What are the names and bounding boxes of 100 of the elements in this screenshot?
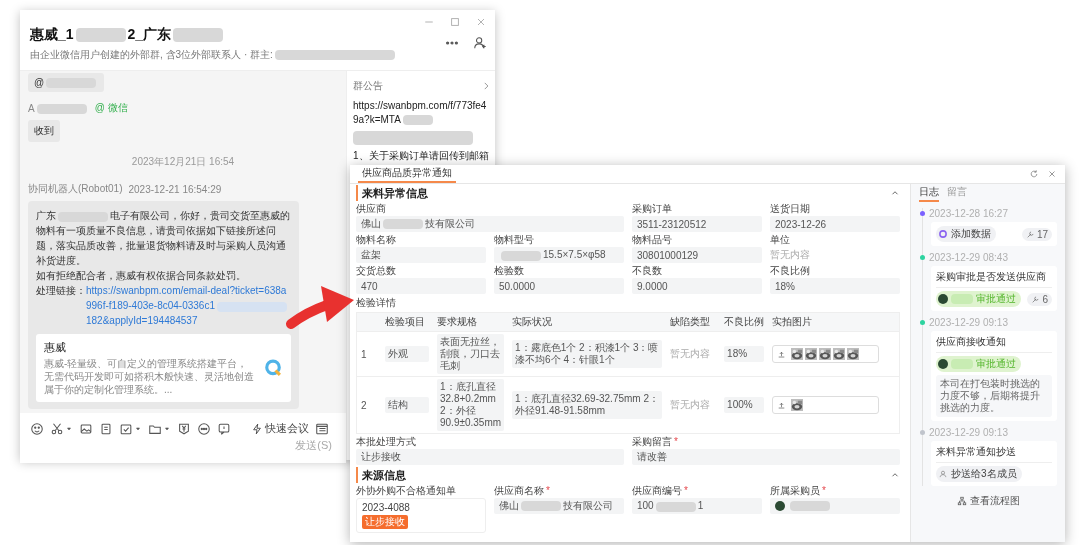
input-field[interactable]: 让步接收 <box>356 449 624 465</box>
input-field[interactable]: 470 <box>356 278 486 294</box>
screen-comment-icon[interactable] <box>217 421 231 436</box>
field-label: 物料名称 <box>356 234 396 246</box>
chip-text: 添加数据 <box>951 227 991 241</box>
field-label: 单位 <box>770 234 790 246</box>
field-label: 供应商编号 <box>632 485 682 497</box>
card-description: 惠威-轻量级、可自定义的管理系统搭建平台，无需代码开发即可如搭积木般快速、灵活地创造属于你的定制化管理系统。... <box>44 357 255 397</box>
person-icon <box>938 469 948 479</box>
checkbox-icon[interactable] <box>119 421 133 436</box>
record-card[interactable]: 2023-4088 让步接收 <box>356 498 486 533</box>
link-label: 处理链接： <box>36 284 86 299</box>
count-badge[interactable]: 6 <box>1027 292 1052 306</box>
caret-icon[interactable] <box>163 424 171 433</box>
input-field[interactable]: 9.0000 <box>632 278 762 294</box>
redaction-blur <box>951 359 973 369</box>
field-label: 交货总数 <box>356 265 396 277</box>
field-label: 本批处理方式 <box>356 436 416 448</box>
logo-icon <box>263 358 283 379</box>
row-number: 2 <box>361 399 367 411</box>
input-field[interactable]: 30801000129 <box>632 247 762 263</box>
input-field[interactable]: 请改善 <box>632 449 900 465</box>
flowchart-icon <box>956 496 967 506</box>
table-title: 检验详情 <box>356 296 397 310</box>
empty-value: 暂无内容 <box>770 248 811 262</box>
upload-field[interactable] <box>772 345 879 363</box>
caret-icon[interactable] <box>65 424 73 433</box>
redaction-blur <box>951 294 973 304</box>
flow-chart-link[interactable]: 查看流程图 <box>956 494 1020 508</box>
status-tag: 让步接收 <box>362 515 408 529</box>
chat-title: 惠威_1 2_广东 <box>30 26 226 44</box>
input-field[interactable]: 15.5×7.5×φ58 <box>494 247 624 263</box>
table-cell: 1：底孔直径32.69-32.75mm 2：外径91.48-91.58mm <box>512 391 663 419</box>
input-field[interactable]: 50.0000 <box>494 278 624 294</box>
lightning-icon <box>251 422 263 435</box>
list-icon[interactable] <box>315 421 329 436</box>
table-cell: 18% <box>724 346 765 362</box>
emoji-icon[interactable] <box>30 421 44 436</box>
document-icon[interactable] <box>99 421 113 436</box>
upload-icon[interactable] <box>777 349 787 359</box>
close-icon[interactable] <box>1047 169 1057 179</box>
input-field[interactable]: 佛山 技有限公司 <box>356 216 624 232</box>
upload-field[interactable] <box>772 396 879 414</box>
event-title: 采购审批是否发送供应商 <box>936 270 1052 288</box>
field-label: 物料型号 <box>494 234 534 246</box>
field-label: 物料品号 <box>632 234 672 246</box>
chip-text: 抄送给3名成员 <box>951 467 1017 481</box>
table-cell: 结构 <box>385 397 429 413</box>
card-title: 惠威 <box>44 340 67 356</box>
avatar <box>938 294 948 304</box>
link[interactable]: https://swanbpm.com/email-deal?ticket=638a996f-f189-403e-8c04-0336c1 182&applyId=194484537 <box>86 283 291 329</box>
meeting-button[interactable]: 快速会议 <box>251 421 309 437</box>
tab[interactable]: 供应商品质异常通知 <box>358 165 456 183</box>
message-text: 如有拒绝配合者，惠威有权依据合同条款处罚。 <box>36 269 247 284</box>
avatar <box>775 501 785 511</box>
message-text: 广东 电子有限公司，你好，贵司交货至惠威的物料有一项质量不良信息，请贵司依据如下链接所述问题，落实品质改善，批量退货物料请及时与采购人员沟通补货进度。 <box>36 209 291 269</box>
table-cell: 外观 <box>385 346 429 362</box>
event-time: 2023-12-29 09:13 <box>929 427 1008 438</box>
tool-icon <box>1025 229 1035 239</box>
message-text: @ <box>34 77 99 89</box>
row-number: 1 <box>361 348 367 360</box>
comment-text: 本司在打包装时挑选的力度不够，后期将提升挑选的力度。 <box>936 375 1052 417</box>
input-field[interactable]: 3511-23120512 <box>632 216 762 232</box>
redaction-blur <box>790 501 830 511</box>
field-label: 供应商 <box>356 203 386 215</box>
column-header: 实拍图片 <box>768 313 883 332</box>
announcement-link[interactable]: https://swanbpm.com/f/773fe49a?k=MTA <box>353 99 491 127</box>
table-cell: 1：露底色1个 2：积漆1个 3：喷漆不均6个 4：针眼1个 <box>512 340 663 368</box>
input-field[interactable]: 100 1 <box>632 498 762 514</box>
column-header: 不良比例 <box>720 313 769 332</box>
required-mark: * <box>546 485 550 497</box>
add-member-icon[interactable] <box>473 36 487 50</box>
input-field[interactable] <box>770 498 900 514</box>
table-cell-text: 暂无内容 <box>670 347 712 361</box>
more-icon[interactable] <box>197 421 211 436</box>
field-label: 外协外购不合格通知单 <box>356 485 456 497</box>
caret-icon[interactable] <box>134 424 142 433</box>
image-icon[interactable] <box>79 421 93 436</box>
tab[interactable]: 日志 <box>919 184 939 202</box>
upload-icon[interactable] <box>777 400 787 410</box>
input-field[interactable]: 佛山 技有限公司 <box>494 498 624 514</box>
timestamp: 2023年12月21日 16:54 <box>131 155 235 170</box>
column-header: 要求规格 <box>433 313 509 332</box>
event-title: 供应商接收通知 <box>936 335 1052 353</box>
count-badge[interactable]: 17 <box>1021 227 1052 241</box>
input-field[interactable]: 盆架 <box>356 247 486 263</box>
input-field[interactable]: 2023-12-26 <box>770 216 900 232</box>
field-label: 送货日期 <box>770 203 810 215</box>
yen-icon[interactable] <box>177 421 191 436</box>
input-field[interactable]: 18% <box>770 278 900 294</box>
field-label: 采购留言 <box>632 436 672 448</box>
chip-text: 审批通过 <box>976 357 1016 371</box>
table-cell: 1：底孔直径32.8+0.2mm 2：外径90.9±0.35mm <box>437 379 505 431</box>
column-header: 实际状况 <box>508 313 667 332</box>
link-card[interactable]: 惠威 惠威-轻量级、可自定义的管理系统搭建平台，无需代码开发即可如搭积木般快速、灵活地创造属于你的定制化管理系统。... <box>36 334 291 403</box>
section-title: 来料异常信息 <box>362 185 428 201</box>
scissors-icon[interactable] <box>50 421 64 436</box>
chat-subtitle: 由企业微信用户创建的外部群, 含3位外部联系人 · 群主: <box>30 48 397 62</box>
field-label: 不良数 <box>632 265 662 277</box>
required-mark: * <box>684 485 688 497</box>
